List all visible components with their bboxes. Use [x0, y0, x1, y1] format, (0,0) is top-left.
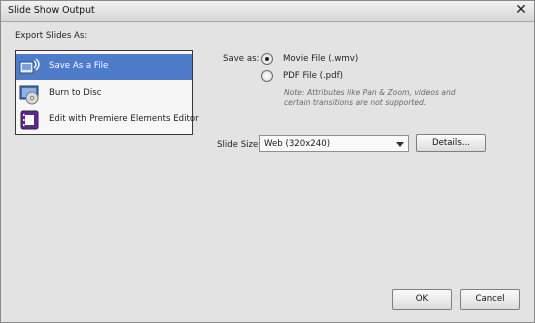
slide-size-label: Slide Size:	[217, 140, 262, 150]
export-option-label: Save As a File	[49, 61, 109, 71]
cancel-button[interactable]: Cancel	[460, 289, 520, 310]
slide-size-select[interactable]: Web (320x240)	[259, 135, 409, 152]
export-options-list: Save As a File Burn to Disc Edit with Pr…	[15, 50, 199, 135]
save-file-icon	[19, 58, 40, 74]
slide-size-value: Web (320x240)	[264, 139, 331, 149]
slide-show-output-dialog: Slide Show Output ✕ Export Slides As: Sa…	[0, 0, 535, 323]
ok-button[interactable]: OK	[392, 289, 452, 310]
export-heading: Export Slides As:	[15, 31, 88, 41]
pdf-file-radio[interactable]	[261, 70, 273, 82]
disc-icon	[19, 85, 39, 105]
window-title: Slide Show Output	[8, 5, 95, 16]
movie-file-label[interactable]: Movie File (.wmv)	[283, 54, 358, 64]
movie-file-radio[interactable]	[261, 53, 273, 65]
chevron-down-icon	[396, 142, 404, 147]
export-option-label: Edit with Premiere Elements Editor	[49, 114, 199, 124]
title-bar: Slide Show Output ✕	[1, 1, 534, 22]
export-option-label: Burn to Disc	[49, 88, 102, 98]
close-icon[interactable]: ✕	[513, 2, 529, 18]
save-note: Note: Attributes like Pan & Zoom, videos…	[284, 88, 456, 107]
export-option-burn-to-disc[interactable]: Burn to Disc	[16, 81, 192, 107]
save-as-label: Save as:	[223, 54, 260, 64]
details-button[interactable]: Details...	[416, 134, 486, 152]
export-option-premiere-elements[interactable]: Edit with Premiere Elements Editor	[16, 107, 199, 133]
film-icon	[20, 110, 39, 130]
export-option-save-as-file[interactable]: Save As a File	[16, 54, 192, 80]
pdf-file-label[interactable]: PDF File (.pdf)	[283, 71, 343, 81]
